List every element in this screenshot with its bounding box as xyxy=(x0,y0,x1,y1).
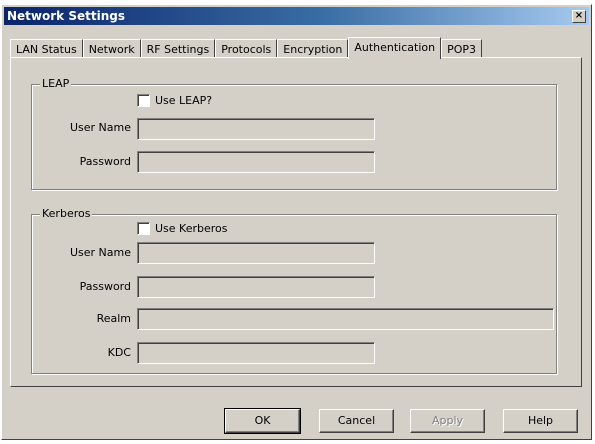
ok-button[interactable]: OK xyxy=(224,408,301,434)
tab-lan-status[interactable]: LAN Status xyxy=(10,39,83,58)
realm-field[interactable] xyxy=(137,308,554,330)
apply-button[interactable]: Apply xyxy=(410,409,485,433)
authentication-panel: LEAP Use LEAP? User Name Password Kerber… xyxy=(10,57,582,387)
tab-protocols[interactable]: Protocols xyxy=(215,39,278,58)
cancel-button[interactable]: Cancel xyxy=(319,409,394,433)
kdc-field[interactable] xyxy=(137,342,375,364)
tab-encryption[interactable]: Encryption xyxy=(277,39,349,58)
use-leap-checkbox[interactable]: Use LEAP? xyxy=(137,94,212,107)
use-kerberos-checkbox-box[interactable] xyxy=(137,222,150,235)
use-kerberos-label: Use Kerberos xyxy=(155,222,228,235)
leap-password-label: Password xyxy=(79,155,131,168)
leap-username-field[interactable] xyxy=(137,118,375,140)
kdc-label: KDC xyxy=(107,346,131,359)
leap-password-field[interactable] xyxy=(137,151,375,173)
realm-label: Realm xyxy=(96,312,131,325)
tab-authentication[interactable]: Authentication xyxy=(348,37,442,59)
help-button[interactable]: Help xyxy=(503,409,578,433)
tab-pop3[interactable]: POP3 xyxy=(441,39,483,58)
kerberos-username-field[interactable] xyxy=(137,242,375,264)
kerberos-group-title: Kerberos xyxy=(40,207,93,221)
tab-strip: LAN Status Network RF Settings Protocols… xyxy=(10,36,483,59)
kerberos-password-label: Password xyxy=(79,280,131,293)
tab-network[interactable]: Network xyxy=(82,39,141,58)
leap-username-label: User Name xyxy=(69,121,131,134)
title-bar: Network Settings × xyxy=(4,7,589,25)
use-leap-checkbox-box[interactable] xyxy=(137,94,150,107)
use-leap-label: Use LEAP? xyxy=(155,94,213,107)
close-icon[interactable]: × xyxy=(572,10,586,23)
leap-group-title: LEAP xyxy=(40,77,72,91)
kerberos-password-field[interactable] xyxy=(137,276,375,298)
tab-rf-settings[interactable]: RF Settings xyxy=(140,39,216,58)
window-title: Network Settings xyxy=(7,9,125,23)
use-kerberos-checkbox[interactable]: Use Kerberos xyxy=(137,222,228,235)
kerberos-username-label: User Name xyxy=(69,246,131,259)
